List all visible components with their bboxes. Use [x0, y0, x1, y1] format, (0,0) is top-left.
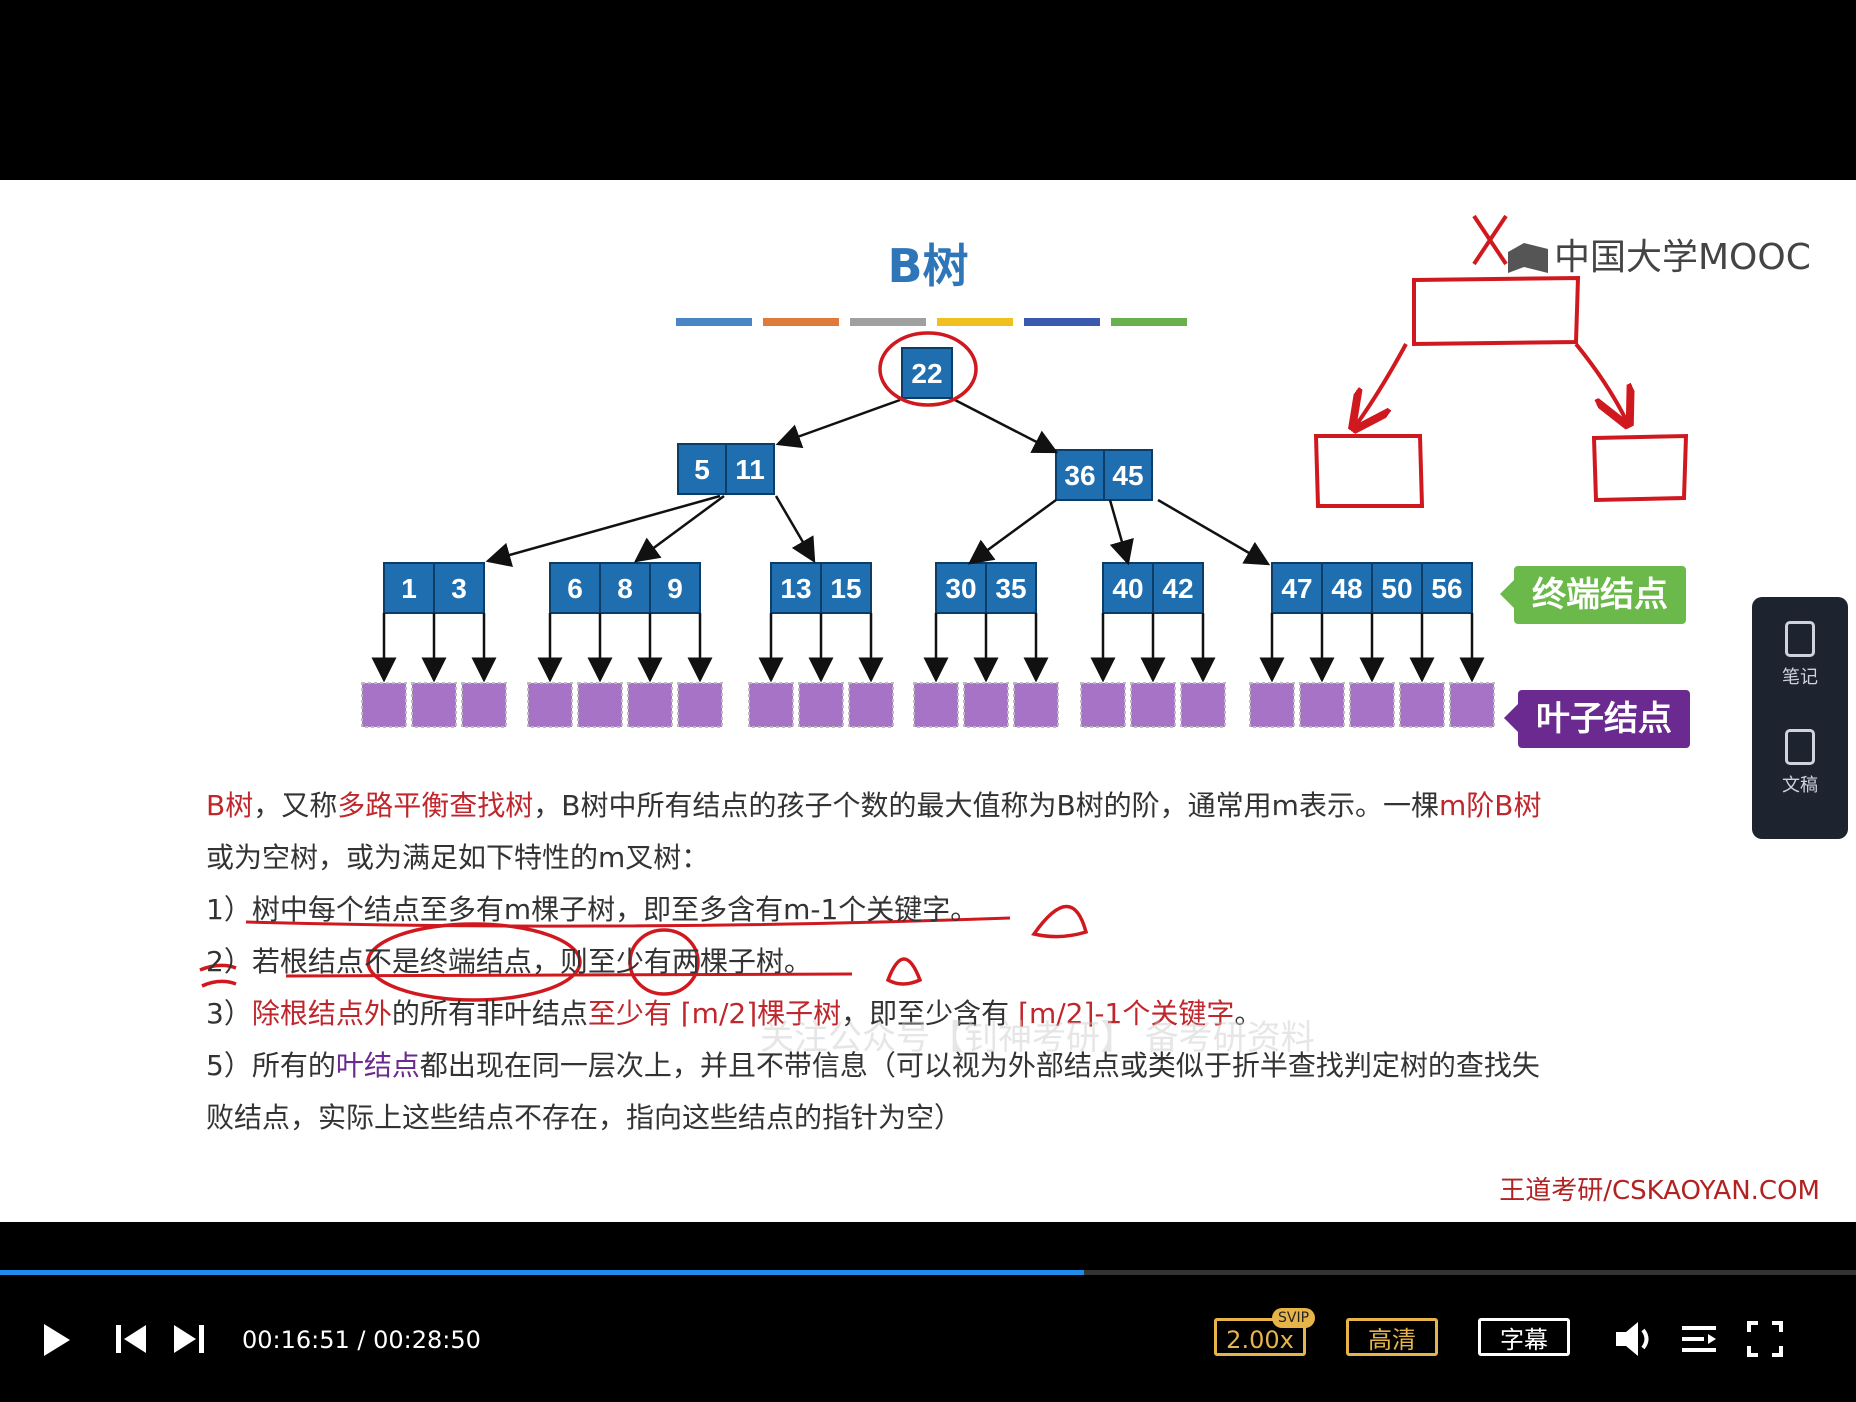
leaf-node [1013, 682, 1059, 728]
sketch-right-box [1591, 433, 1689, 503]
fullscreen-icon[interactable] [1746, 1320, 1784, 1358]
leaf-node [1349, 682, 1395, 728]
terminal-tag-arrow [1500, 580, 1514, 608]
terminal-node-key: 8 [617, 573, 633, 604]
previous-icon[interactable] [114, 1322, 150, 1356]
terminal-node-key: 48 [1331, 573, 1362, 604]
leaf-node [798, 682, 844, 728]
definition-text: B树，又称多路平衡查找树，B树中所有结点的孩子个数的最大值称为B树的阶，通常用m… [206, 780, 1686, 1144]
sketch-arrow-left [1354, 343, 1408, 428]
definition-line-2: 或为空树，或为满足如下特性的m叉树： [206, 841, 710, 874]
text-span: 5）所有的 [206, 1049, 336, 1082]
terminal-node-tag: 终端结点 [1514, 566, 1686, 624]
term-m-order: m阶B树 [1438, 789, 1542, 822]
document-icon [1785, 729, 1815, 765]
volume-icon[interactable] [1612, 1320, 1656, 1358]
leaf-node [361, 682, 407, 728]
leaf-node [748, 682, 794, 728]
side-panel: 笔记 文稿 [1752, 597, 1848, 839]
playlist-icon[interactable] [1680, 1322, 1720, 1356]
transcript-label: 文稿 [1782, 775, 1818, 796]
leaf-node-tag: 叶子结点 [1518, 690, 1690, 748]
tree-edge [1157, 498, 1271, 566]
sketch-left-box [1313, 434, 1425, 508]
leaf-tag-arrow [1504, 704, 1518, 732]
terminal-node-key: 42 [1162, 573, 1193, 604]
leaf-node [677, 682, 723, 728]
text-span: ，又称 [253, 789, 338, 822]
tree-edge [954, 398, 1059, 454]
terminal-node-key: 15 [830, 573, 861, 604]
player-controls: 00:16:51 / 00:28:50 2.00x SVIP 高清 字幕 [0, 1300, 1856, 1380]
tree-edge [485, 494, 721, 567]
text-span: 的所有非叶结点 [391, 997, 588, 1030]
root-node-key: 22 [911, 358, 942, 389]
text-span: 3） [206, 997, 252, 1030]
terminal-node-key: 56 [1431, 573, 1462, 604]
term-leaf: 叶结点 [335, 1049, 420, 1082]
terminal-node-key: 1 [401, 573, 417, 604]
terminal-node-key: 35 [995, 573, 1026, 604]
property-2: 2）若根结点不是终端结点，则至少有两棵子树。 [206, 945, 812, 978]
time-display: 00:16:51 / 00:28:50 [242, 1326, 481, 1354]
quality-button[interactable]: 高清 [1346, 1318, 1438, 1356]
internal-node-key: 36 [1064, 460, 1095, 491]
leaf-node [1080, 682, 1126, 728]
tree-edge [967, 498, 1057, 565]
leaf-node [913, 682, 959, 728]
leaf-node [1180, 682, 1226, 728]
leaf-node [1449, 682, 1495, 728]
term-except-root: 除根结点外 [251, 997, 392, 1030]
tree-edge [775, 398, 901, 449]
notes-icon [1785, 621, 1815, 657]
internal-node-key: 5 [694, 454, 710, 485]
notes-button[interactable]: 笔记 [1752, 621, 1848, 689]
sketch-root-box [1412, 275, 1581, 347]
tree-edge [774, 495, 816, 564]
leaf-node [1399, 682, 1445, 728]
next-icon[interactable] [170, 1322, 206, 1356]
credit-text: 王道考研/CSKAOYAN.COM [1499, 1176, 1820, 1206]
text-span: ，B树中所有结点的孩子个数的最大值称为B树的阶，通常用m表示。一棵 [533, 789, 1439, 822]
tree-edge [633, 494, 725, 563]
leaf-node [461, 682, 507, 728]
definition-line-1: B树，又称多路平衡查找树，B树中所有结点的孩子个数的最大值称为B树的阶，通常用m… [206, 780, 1686, 832]
terminal-node-key: 3 [451, 573, 467, 604]
leaf-node [577, 682, 623, 728]
progress-bar[interactable] [0, 1270, 1856, 1275]
sketch-arrow-right [1574, 342, 1628, 424]
sketch-x-mark [1472, 214, 1508, 266]
terminal-node-key: 6 [567, 573, 583, 604]
terminal-node-key: 47 [1281, 573, 1312, 604]
notes-label: 笔记 [1782, 667, 1818, 688]
leaf-node [963, 682, 1009, 728]
terminal-node-key: 40 [1112, 573, 1143, 604]
tree-edge [1108, 499, 1134, 566]
terminal-node-key: 9 [667, 573, 683, 604]
leaf-node [627, 682, 673, 728]
progress-fill [0, 1270, 1084, 1275]
property-1: 1）树中每个结点至多有m棵子树，即至多含有m-1个关键字。 [206, 893, 979, 926]
leaf-node [1249, 682, 1295, 728]
term-b-tree: B树 [206, 789, 254, 822]
slide: B树 中国大学MOOC 22 5 11 36 45 1 3 6 8 9 13 15 30 35 40 42 47… [0, 180, 1856, 1222]
play-icon[interactable] [40, 1320, 74, 1360]
svip-badge: SVIP [1272, 1308, 1316, 1328]
leaf-node [1130, 682, 1176, 728]
term-multiway: 多路平衡查找树 [337, 789, 534, 822]
leaf-node [848, 682, 894, 728]
leaf-node [411, 682, 457, 728]
terminal-node-key: 30 [945, 573, 976, 604]
internal-node-key: 45 [1112, 460, 1143, 491]
subtitle-button[interactable]: 字幕 [1478, 1318, 1570, 1356]
transcript-button[interactable]: 文稿 [1752, 729, 1848, 797]
terminal-node-key: 13 [780, 573, 811, 604]
property-5-cont: 败结点，实际上这些结点不存在，指向这些结点的指针为空） [206, 1101, 963, 1134]
watermark: 关注公众号【钊神考研】 备考研资料 [760, 1018, 1315, 1058]
leaf-node [527, 682, 573, 728]
terminal-node-key: 50 [1381, 573, 1412, 604]
internal-node-key: 11 [735, 454, 765, 485]
leaf-node [1299, 682, 1345, 728]
